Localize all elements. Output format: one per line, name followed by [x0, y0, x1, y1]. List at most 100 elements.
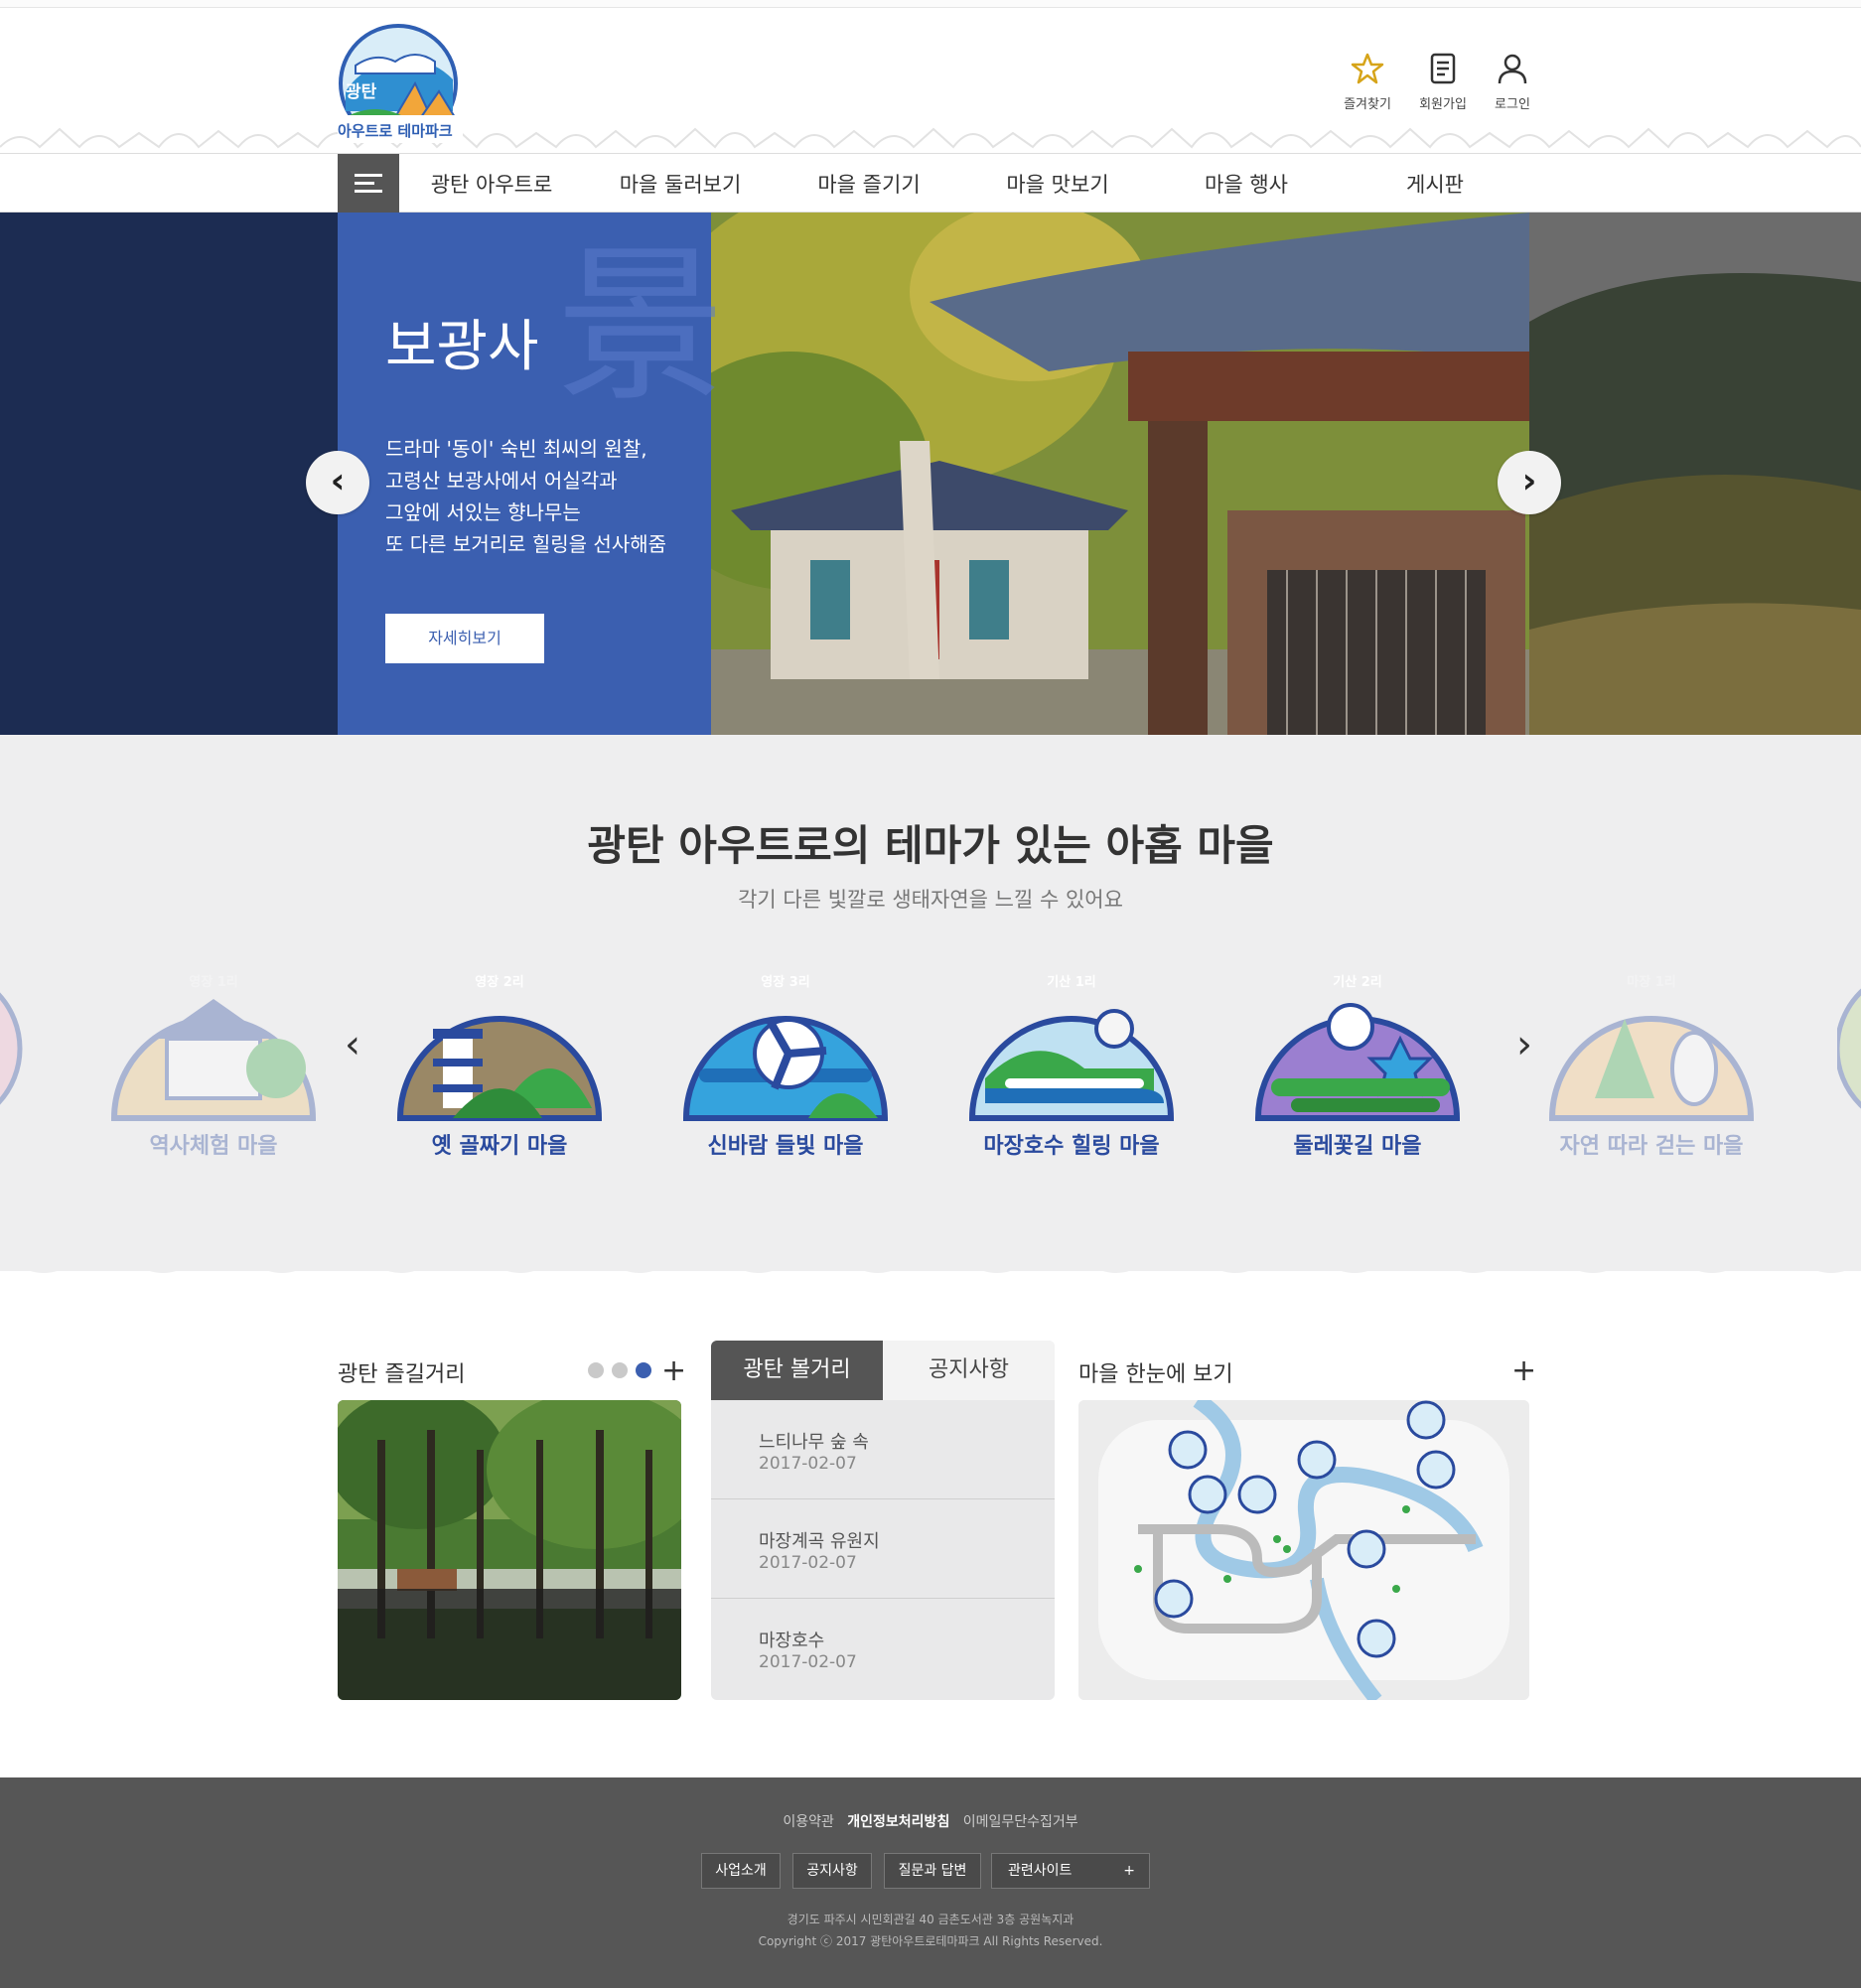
enjoy-card-title: 반디캠프 — [20, 1607, 100, 1632]
logo-text-top: 광탄 — [346, 82, 377, 102]
list-item[interactable]: 마장호수 2017-02-07 — [711, 1599, 1055, 1698]
star-icon — [1351, 53, 1384, 84]
favorites-link[interactable]: 즐겨찾기 — [1333, 52, 1402, 112]
signup-label: 회원가입 — [1419, 97, 1467, 112]
village-name: 마장호수 힐링 마을 — [983, 1134, 1160, 1159]
related-sites-label: 관련사이트 — [1008, 1863, 1073, 1879]
header: 광탄 아우트로 테마파크 즐겨찾기 회원가입 로그인 — [0, 8, 1861, 153]
enjoy-more-button[interactable]: + — [661, 1356, 686, 1386]
business-intro-button[interactable]: 사업소개 — [701, 1853, 781, 1889]
hero-decorative-glyph: 景 — [556, 228, 726, 425]
detail-button[interactable]: 자세히보기 — [385, 614, 544, 663]
gnb-item-taste[interactable]: 마을 맛보기 — [973, 169, 1142, 199]
village-tag: 마장 1리 — [1627, 975, 1676, 990]
list-item-title: 느티나무 숲 속 — [759, 1432, 869, 1453]
list-item[interactable]: 느티나무 숲 속 2017-02-07 — [711, 1400, 1055, 1499]
enjoy-section-title: 광탄 즐길거리 — [338, 1362, 466, 1387]
hamburger-bar — [355, 190, 382, 193]
plus-icon: + — [1511, 1353, 1537, 1388]
enjoy-card-caption — [338, 1589, 681, 1700]
village-next-button[interactable]: › — [1509, 1025, 1539, 1065]
terms-link[interactable]: 이용약관 — [783, 1814, 834, 1830]
village-item[interactable]: 기산 1리 마장호수 힐링 마을 — [965, 959, 1178, 1168]
hero-desc-line: 또 다른 보거리로 힐링을 선사해줌 — [385, 532, 667, 556]
signup-link[interactable]: 회원가입 — [1408, 52, 1478, 112]
gnb-item-events[interactable]: 마을 행사 — [1162, 169, 1331, 199]
village-prev-button[interactable]: ‹ — [338, 1025, 367, 1065]
hero-desc-line: 그앞에 서있는 향나무는 — [385, 500, 581, 524]
village-tag: 영장 2리 — [475, 975, 524, 990]
chevron-left-icon: ‹ — [345, 1022, 360, 1067]
login-link[interactable]: 로그인 — [1478, 52, 1547, 112]
notice-button[interactable]: 공지사항 — [792, 1853, 872, 1889]
village-map[interactable] — [1078, 1400, 1529, 1700]
village-name: 옛 골짜기 마을 — [431, 1134, 568, 1159]
hero-next-button[interactable]: › — [1498, 451, 1561, 514]
related-sites-select[interactable]: 관련사이트 + — [991, 1853, 1150, 1889]
village-name: 자연 따라 걷는 마을 — [1559, 1134, 1744, 1159]
enjoy-card[interactable] — [338, 1400, 681, 1700]
footer-address: 경기도 파주시 시민회관길 40 금촌도서관 3층 공원녹지과 — [787, 1913, 1074, 1926]
privacy-link[interactable]: 개인정보처리방침 — [847, 1814, 949, 1830]
tab-sights[interactable]: 광탄 볼거리 — [711, 1341, 883, 1400]
list-item-date: 2017-02-07 — [759, 1553, 857, 1573]
plus-icon: + — [661, 1353, 687, 1388]
chevron-right-icon: › — [1521, 461, 1537, 501]
hamburger-bar — [355, 182, 374, 185]
village-tag: 영장 3리 — [761, 975, 810, 990]
village-partial-left — [0, 992, 23, 1105]
pager-dot[interactable] — [612, 1362, 628, 1378]
enjoy-card-description: 마장호수 주변에 있는 자연 캠핑장 반디캠프. 광탄의 여러 캠핑장 중... — [20, 1643, 311, 1689]
board-tabs-panel: 광탄 볼거리 공지사항 느티나무 숲 속 2017-02-07 마장계곡 유원지… — [711, 1341, 1055, 1700]
user-icon — [1498, 54, 1527, 84]
list-item[interactable]: 마장계곡 유원지 2017-02-07 — [711, 1499, 1055, 1599]
pager-dot[interactable] — [588, 1362, 604, 1378]
chevron-right-icon: › — [1516, 1022, 1532, 1067]
wave-divider-top — [0, 735, 1861, 765]
tab-notice[interactable]: 공지사항 — [883, 1341, 1055, 1400]
logo-text-bottom: 아우트로 테마파크 — [338, 122, 453, 140]
hero-title: 보광사 — [385, 315, 539, 379]
village-item[interactable]: 마장 1리 자연 따라 걷는 마을 — [1545, 959, 1758, 1168]
mountain-photo — [1529, 213, 1861, 769]
footer-copyright: Copyright ⓒ 2017 광탄아우트로테마파크 All Rights R… — [758, 1934, 1103, 1948]
plus-icon: + — [1123, 1863, 1135, 1879]
list-item-date: 2017-02-07 — [759, 1652, 857, 1672]
village-item[interactable]: 영장 2리 옛 골짜기 마을 — [393, 959, 606, 1168]
chevron-left-icon: ‹ — [330, 461, 346, 501]
village-tag: 영장 1리 — [189, 975, 238, 990]
village-map-illustration — [1078, 1400, 1529, 1700]
footer-links: 이용약관 개인정보처리방침 이메일무단수집거부 — [0, 1811, 1861, 1831]
village-item[interactable]: 영장 3리 신바람 들빛 마을 — [679, 959, 892, 1168]
village-roof-pattern — [0, 127, 1861, 149]
theme-title: 광탄 아우트로의 테마가 있는 아홉 마을 — [587, 821, 1274, 870]
list-item-title: 마장계곡 유원지 — [759, 1531, 880, 1552]
pager-dot-active[interactable] — [636, 1362, 651, 1378]
village-tag: 기산 2리 — [1333, 975, 1382, 990]
village-name: 둘레꽃길 마을 — [1293, 1134, 1422, 1159]
village-tag: 기산 1리 — [1047, 975, 1096, 990]
gnb-item-about[interactable]: 광탄 아우트로 — [407, 169, 576, 199]
document-icon — [1430, 53, 1456, 84]
hero-slider: 景 보광사 드라마 '동이' 숙빈 최씨의 원찰, 고령산 보광사에서 어실각과… — [0, 213, 1861, 769]
map-more-button[interactable]: + — [1511, 1356, 1536, 1386]
gnb-item-tour[interactable]: 마을 둘러보기 — [596, 169, 765, 199]
gnb-item-board[interactable]: 게시판 — [1351, 169, 1519, 199]
hamburger-menu-button[interactable] — [338, 154, 399, 213]
qna-button[interactable]: 질문과 답변 — [884, 1853, 981, 1889]
map-section-title: 마을 한눈에 보기 — [1078, 1362, 1233, 1387]
hero-prev-button[interactable]: ‹ — [306, 451, 369, 514]
gnb-item-enjoy[interactable]: 마을 즐기기 — [785, 169, 953, 199]
hero-left-backdrop — [0, 213, 338, 769]
hamburger-bar — [355, 174, 382, 177]
village-name: 신바람 들빛 마을 — [707, 1134, 864, 1159]
village-item[interactable]: 영장 1리 역사체험 마을 — [107, 959, 320, 1168]
hero-desc-line: 드라마 '동이' 숙빈 최씨의 원찰, — [385, 437, 647, 461]
temple-photo — [711, 213, 1529, 769]
hero-desc-line: 고령산 보광사에서 어실각과 — [385, 469, 618, 493]
theme-subtitle: 각기 다른 빛깔로 생태자연을 느낄 수 있어요 — [738, 888, 1123, 912]
email-policy-link[interactable]: 이메일무단수집거부 — [963, 1814, 1078, 1830]
village-partial-right — [1837, 988, 1861, 1109]
favorites-label: 즐겨찾기 — [1344, 97, 1391, 112]
village-item[interactable]: 기산 2리 둘레꽃길 마을 — [1251, 959, 1464, 1168]
